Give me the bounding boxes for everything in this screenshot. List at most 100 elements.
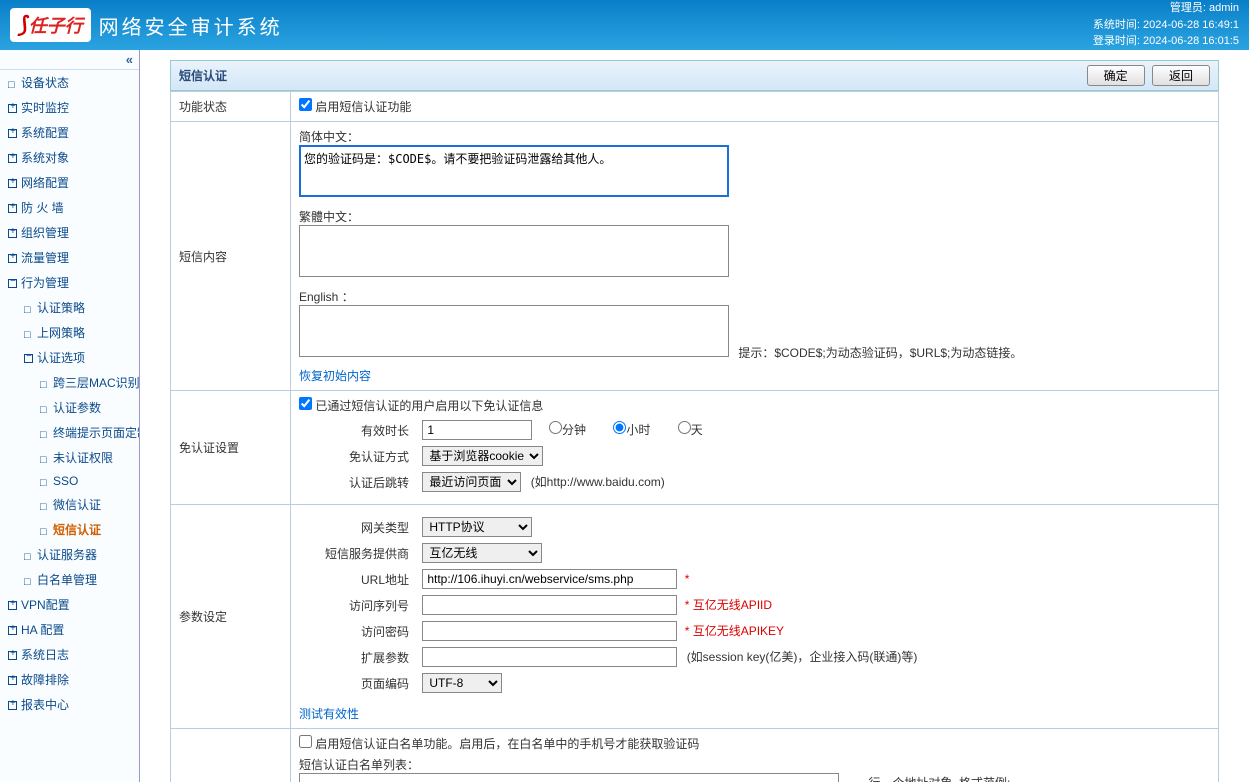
noauth-enable-text: 已通过短信认证的用户启用以下免认证信息 [315,399,543,413]
unit-hour-label[interactable]: 小时 [613,423,650,437]
sidebar-item[interactable]: 系统日志 [0,642,139,667]
sidebar-item[interactable]: 认证服务器 [0,542,139,567]
noauth-label: 免认证设置 [171,391,291,505]
en-label: English ： [299,288,1210,305]
app-header: ⟆ 任子行 网络安全审计系统 管理员: admin 系统时间: 2024-06-… [0,0,1249,50]
pwd-input[interactable] [422,621,677,641]
unit-day-label[interactable]: 天 [678,423,703,437]
sidebar-item-label: 实时监控 [21,101,69,115]
sidebar-item-label: 上网策略 [37,326,85,340]
noauth-enable-checkbox[interactable] [299,397,312,410]
encoding-label: 页面编码 [299,675,409,692]
sidebar-item[interactable]: 系统配置 [0,120,139,145]
ext-input[interactable] [422,647,677,667]
redirect-select[interactable]: 最近访问页面 [422,472,521,492]
sidebar-item[interactable]: 认证策略 [0,295,139,320]
back-button[interactable]: 返回 [1152,65,1210,86]
sms-content-label: 短信内容 [171,122,291,391]
whitelist-enable-text: 启用短信认证白名单功能。启用后，在白名单中的手机号才能获取验证码 [315,737,699,751]
func-state-label: 功能状态 [171,92,291,122]
enable-sms-checkbox[interactable] [299,98,312,111]
sidebar-item[interactable]: 未认证权限 [0,445,139,470]
unit-day-radio[interactable] [678,421,691,434]
sidebar-item[interactable]: 故障排除 [0,667,139,692]
ok-button[interactable]: 确定 [1087,65,1145,86]
sidebar-item[interactable]: 组织管理 [0,220,139,245]
whitelist-textarea[interactable] [299,773,839,782]
sidebar-item[interactable]: 终端提示页面定制 [0,420,139,445]
unit-minute-radio[interactable] [549,421,562,434]
collapse-icon [24,354,33,363]
whitelist-enable-checkbox[interactable] [299,735,312,748]
noauth-method-select[interactable]: 基于浏览器cookie [422,446,543,466]
sidebar-item[interactable]: 上网策略 [0,320,139,345]
test-link[interactable]: 测试有效性 [299,707,359,721]
sidebar-item-label: 组织管理 [21,226,69,240]
redirect-hint: (如http://www.baidu.com) [531,475,665,489]
seq-input[interactable] [422,595,677,615]
leaf-icon [40,429,49,438]
sidebar-item-label: 网络配置 [21,176,69,190]
brand-text: 任子行 [29,12,83,38]
brand-logo: ⟆ 任子行 [10,8,91,42]
sidebar-item[interactable]: SSO [0,470,139,492]
whitelist-enable-label[interactable]: 启用短信认证白名单功能。启用后，在白名单中的手机号才能获取验证码 [299,737,699,751]
sidebar-item[interactable]: VPN配置 [0,592,139,617]
sidebar-item-label: 认证服务器 [37,548,97,562]
leaf-icon [40,454,49,463]
noauth-enable-label[interactable]: 已通过短信认证的用户启用以下免认证信息 [299,399,543,413]
url-input[interactable] [422,569,677,589]
seq-hint: 互亿无线APIID [693,598,772,612]
enable-sms-label[interactable]: 启用短信认证功能 [299,100,411,114]
redirect-label: 认证后跳转 [299,474,409,491]
zhtw-textarea[interactable] [299,225,729,277]
url-label: URL地址 [299,571,409,588]
sidebar-item[interactable]: 网络配置 [0,170,139,195]
sidebar-item[interactable]: 短信认证 [0,517,139,542]
leaf-icon [24,329,33,338]
sidebar-item[interactable]: 行为管理 [0,270,139,295]
expand-icon [8,601,17,610]
sidebar-item[interactable]: 微信认证 [0,492,139,517]
sidebar-item[interactable]: 报表中心 [0,692,139,717]
panel-header: 短信认证 确定 返回 [170,60,1219,91]
sidebar-item-label: 流量管理 [21,251,69,265]
sidebar-item[interactable]: 白名单管理 [0,567,139,592]
ext-hint: (如session key(亿美)，企业接入码(联通)等) [687,650,918,664]
zhcn-textarea[interactable] [299,145,729,197]
sidebar-item-label: 系统配置 [21,126,69,140]
pwd-hint: 互亿无线APIKEY [693,624,784,638]
expand-icon [8,651,17,660]
sidebar-item[interactable]: 认证参数 [0,395,139,420]
leaf-icon [40,404,49,413]
sidebar-item[interactable]: 流量管理 [0,245,139,270]
leaf-icon [40,477,49,486]
gateway-type-select[interactable]: HTTP协议 [422,517,532,537]
sidebar-item[interactable]: 设备状态 [0,70,139,95]
sidebar-item-label: 防 火 墙 [21,201,64,215]
sidebar-item[interactable]: 跨三层MAC识别 [0,370,139,395]
restore-link[interactable]: 恢复初始内容 [299,369,371,383]
sidebar-item[interactable]: HA 配置 [0,617,139,642]
sidebar-item[interactable]: 认证选项 [0,345,139,370]
panel-title: 短信认证 [179,67,227,84]
sidebar-collapse-button[interactable]: « [0,50,139,70]
ext-label: 扩展参数 [299,649,409,666]
en-textarea[interactable] [299,305,729,357]
sidebar: « 设备状态实时监控系统配置系统对象网络配置防 火 墙组织管理流量管理行为管理认… [0,50,140,782]
duration-input[interactable] [422,420,532,440]
unit-minute-label[interactable]: 分钟 [549,423,586,437]
provider-select[interactable]: 互亿无线 [422,543,542,563]
sidebar-item[interactable]: 系统对象 [0,145,139,170]
unit-hour-radio[interactable] [613,421,626,434]
leaf-icon [24,304,33,313]
param-label: 参数设定 [171,505,291,729]
seq-required-icon: * [685,598,690,612]
sidebar-item[interactable]: 防 火 墙 [0,195,139,220]
encoding-select[interactable]: UTF-8 [422,673,502,693]
pwd-label: 访问密码 [299,623,409,640]
logintime-label: 登录时间: [1093,35,1140,47]
noauth-method-label: 免认证方式 [299,448,409,465]
sidebar-item[interactable]: 实时监控 [0,95,139,120]
expand-icon [8,129,17,138]
